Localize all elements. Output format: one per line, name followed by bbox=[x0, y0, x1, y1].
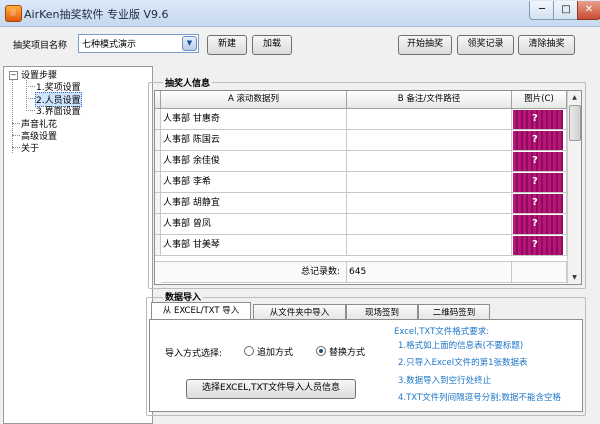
chevron-down-icon[interactable]: ▼ bbox=[182, 36, 197, 51]
start-draw-button[interactable]: 开始抽奖 bbox=[398, 35, 452, 55]
tree-item-interface-settings[interactable]: 3.界面设置 bbox=[36, 104, 81, 117]
cell-note[interactable] bbox=[347, 214, 512, 235]
table-row[interactable]: 人事部 甘惠奇 ? bbox=[155, 109, 567, 130]
cell-name[interactable]: 人事部 曾凤 bbox=[161, 214, 347, 235]
close-button[interactable]: ✕ bbox=[577, 1, 600, 20]
prize-records-button[interactable]: 领奖记录 bbox=[457, 35, 514, 55]
table-footer-row: 总记录数: 645 bbox=[155, 262, 567, 283]
tree-connector bbox=[12, 123, 20, 124]
app-icon bbox=[5, 5, 22, 22]
column-header-b[interactable]: B 备注/文件路径 bbox=[347, 91, 512, 109]
import-mode-label: 导入方式选择: bbox=[165, 349, 223, 359]
image-placeholder-icon: ? bbox=[513, 194, 563, 213]
tree-connector bbox=[26, 80, 27, 111]
column-header-picture[interactable]: 图片(C) bbox=[512, 91, 567, 109]
question-mark: ? bbox=[532, 239, 538, 250]
title-bar: AirKen抽奖软件 专业版 V9.6 ─ □ ✕ bbox=[0, 0, 600, 27]
cell-note[interactable] bbox=[347, 193, 512, 214]
format-note: 4.TXT文件列间隔逗号分割;数据不能含空格 bbox=[398, 393, 562, 403]
question-mark: ? bbox=[532, 218, 538, 229]
scroll-down-arrow-icon[interactable]: ▼ bbox=[568, 271, 581, 284]
append-mode-label[interactable]: 追加方式 bbox=[257, 345, 293, 358]
image-placeholder-icon: ? bbox=[513, 173, 563, 192]
tree-connector bbox=[26, 86, 35, 87]
image-placeholder-icon: ? bbox=[513, 131, 563, 150]
table-row[interactable]: 人事部 余佳俊 ? bbox=[155, 151, 567, 172]
table-row[interactable]: 人事部 陈国云 ? bbox=[155, 130, 567, 151]
table-row[interactable]: 人事部 甘美琴 ? bbox=[155, 235, 567, 256]
format-note: 1.格式如上面的信息表(不要标题) bbox=[398, 341, 524, 351]
question-mark: ? bbox=[532, 197, 538, 208]
replace-mode-radio[interactable] bbox=[316, 346, 326, 356]
tree-connector bbox=[12, 80, 13, 153]
replace-mode-label[interactable]: 替换方式 bbox=[329, 345, 365, 358]
cell-note[interactable] bbox=[347, 130, 512, 151]
question-mark: ? bbox=[532, 113, 538, 124]
new-button[interactable]: 新建 bbox=[207, 35, 247, 55]
cell-name[interactable]: 人事部 甘美琴 bbox=[161, 235, 347, 256]
cell-note[interactable] bbox=[347, 172, 512, 193]
tree-connector bbox=[12, 135, 20, 136]
total-records-value: 645 bbox=[347, 262, 512, 283]
collapse-toggle-icon[interactable]: − bbox=[9, 71, 18, 80]
footer-empty-cell bbox=[512, 262, 567, 283]
vertical-scrollbar[interactable]: ▲ ▼ bbox=[567, 91, 581, 284]
scrollbar-thumb[interactable] bbox=[569, 105, 581, 141]
cell-name[interactable]: 人事部 胡静宜 bbox=[161, 193, 347, 214]
question-mark: ? bbox=[532, 134, 538, 145]
tree-connector bbox=[26, 98, 35, 99]
append-mode-radio[interactable] bbox=[244, 346, 254, 356]
project-name-label: 抽奖项目名称 bbox=[13, 41, 68, 51]
maximize-button[interactable]: □ bbox=[553, 1, 579, 20]
table-row[interactable]: 人事部 李希 ? bbox=[155, 172, 567, 193]
format-note: 3.数据导入到空行处终止 bbox=[398, 376, 492, 386]
load-button[interactable]: 加载 bbox=[252, 35, 292, 55]
column-header-a[interactable]: A 滚动数据列 bbox=[161, 91, 347, 109]
clear-draw-button[interactable]: 清除抽奖 bbox=[518, 35, 575, 55]
excel-import-panel: 导入方式选择: 追加方式 替换方式 选择EXCEL,TXT文件导入人员信息 Ex… bbox=[149, 319, 583, 412]
question-mark: ? bbox=[532, 176, 538, 187]
image-placeholder-icon: ? bbox=[513, 236, 563, 255]
settings-tree: − 设置步骤 1.奖项设置 2.人员设置 3.界面设置 声音礼花 高级设置 关于 bbox=[3, 66, 153, 424]
image-placeholder-icon: ? bbox=[513, 110, 563, 129]
project-select-value: 七种模式演示 bbox=[82, 40, 137, 50]
scroll-up-arrow-icon[interactable]: ▲ bbox=[568, 91, 581, 104]
question-mark: ? bbox=[532, 155, 538, 166]
people-section-title: 抽奖人信息 bbox=[163, 76, 213, 89]
image-placeholder-icon: ? bbox=[513, 152, 563, 171]
people-table[interactable]: A 滚动数据列 B 备注/文件路径 图片(C) 人事部 甘惠奇 ? 人事部 陈国… bbox=[154, 90, 582, 285]
minimize-button[interactable]: ─ bbox=[529, 1, 555, 20]
cell-note[interactable] bbox=[347, 151, 512, 172]
table-row[interactable]: 人事部 胡静宜 ? bbox=[155, 193, 567, 214]
window-title: AirKen抽奖软件 专业版 V9.6 bbox=[24, 8, 169, 21]
table-row[interactable]: 人事部 曾凤 ? bbox=[155, 214, 567, 235]
cell-name[interactable]: 人事部 陈国云 bbox=[161, 130, 347, 151]
import-excel-txt-button[interactable]: 选择EXCEL,TXT文件导入人员信息 bbox=[186, 379, 356, 399]
tree-connector bbox=[26, 110, 35, 111]
cell-note[interactable] bbox=[347, 235, 512, 256]
cell-note[interactable] bbox=[347, 109, 512, 130]
cell-name[interactable]: 人事部 余佳俊 bbox=[161, 151, 347, 172]
format-note: 2.只导入Excel文件的第1张数据表 bbox=[398, 358, 528, 368]
project-select[interactable]: 七种模式演示 ▼ bbox=[78, 34, 199, 53]
image-placeholder-icon: ? bbox=[513, 215, 563, 234]
cell-name[interactable]: 人事部 甘惠奇 bbox=[161, 109, 347, 130]
format-note: Excel,TXT文件格式要求: bbox=[394, 327, 490, 337]
cell-name[interactable]: 人事部 李希 bbox=[161, 172, 347, 193]
tree-connector bbox=[12, 147, 20, 148]
total-records-label: 总记录数: bbox=[161, 262, 347, 283]
tree-item-about[interactable]: 关于 bbox=[21, 141, 39, 154]
